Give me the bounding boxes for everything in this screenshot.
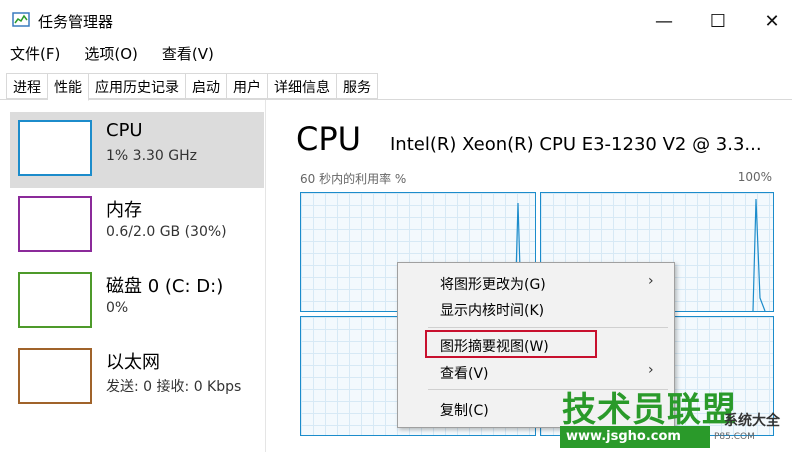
tab-processes[interactable]: 进程 <box>6 73 48 99</box>
watermark-title: 技术员联盟 <box>562 390 737 430</box>
tab-performance[interactable]: 性能 <box>48 73 89 101</box>
watermark-subtitle: 系统大全 <box>724 413 780 429</box>
disk-thumbnail-graph <box>18 272 92 328</box>
menu-file[interactable]: 文件(F) <box>0 40 72 66</box>
sidebar-item-name: 内存 <box>106 200 142 221</box>
tab-app-history[interactable]: 应用历史记录 <box>89 73 186 99</box>
minimize-button[interactable]: — <box>644 6 684 36</box>
cpu-model-name: Intel(R) Xeon(R) CPU E3-1230 V2 @ 3.3... <box>390 134 762 155</box>
menu-separator <box>428 327 668 328</box>
sidebar-item-disk[interactable]: 磁盘 0 (C: D:) 0% <box>10 264 264 340</box>
sidebar-item-memory[interactable]: 内存 0.6/2.0 GB (30%) <box>10 188 264 264</box>
maximize-button[interactable]: ☐ <box>698 6 738 36</box>
menu-item-show-kernel-times[interactable]: 显示内核时间(K) <box>398 297 674 321</box>
sidebar-item-detail: 0% <box>106 300 129 316</box>
window-title: 任务管理器 <box>38 13 114 31</box>
tab-details[interactable]: 详细信息 <box>268 73 337 99</box>
utilization-label: 60 秒内的利用率 % <box>300 172 407 186</box>
tab-users[interactable]: 用户 <box>227 73 268 99</box>
title-bar: 任务管理器 — ☐ ✕ <box>0 0 792 40</box>
menu-bar: 文件(F) 选项(O) 查看(V) <box>0 40 226 66</box>
sidebar-item-detail: 1% 3.30 GHz <box>106 148 198 164</box>
sidebar-item-detail: 发送: 0 接收: 0 Kbps <box>106 379 242 395</box>
utilization-max-label: 100% <box>737 170 772 184</box>
task-manager-icon <box>12 12 30 28</box>
ethernet-thumbnail-graph <box>18 348 92 404</box>
menu-options[interactable]: 选项(O) <box>72 40 150 66</box>
tab-startup[interactable]: 启动 <box>186 73 227 99</box>
highlight-box <box>425 330 597 358</box>
chevron-right-icon: › <box>648 362 654 378</box>
memory-thumbnail-graph <box>18 196 92 252</box>
sidebar-item-detail: 0.6/2.0 GB (30%) <box>106 224 227 240</box>
cpu-thumbnail-graph <box>18 120 92 176</box>
chevron-right-icon: › <box>648 273 654 289</box>
watermark-url: www.jsgho.com <box>560 426 710 448</box>
sidebar-item-ethernet[interactable]: 以太网 发送: 0 接收: 0 Kbps <box>10 340 264 416</box>
watermark-url-secondary: P85.COM <box>714 432 755 442</box>
menu-view[interactable]: 查看(V) <box>150 40 226 66</box>
menu-item-change-graph[interactable]: 将图形更改为(G) › <box>398 271 674 295</box>
sidebar-item-name: 以太网 <box>106 352 160 373</box>
tab-bar: 进程 性能 应用历史记录 启动 用户 详细信息 服务 <box>0 70 792 101</box>
close-button[interactable]: ✕ <box>752 6 792 36</box>
performance-sidebar: CPU 1% 3.30 GHz 内存 0.6/2.0 GB (30%) 磁盘 0… <box>0 100 265 452</box>
tab-services[interactable]: 服务 <box>337 73 378 99</box>
sidebar-item-name: 磁盘 0 (C: D:) <box>106 276 224 297</box>
cpu-title: CPU <box>296 120 362 158</box>
sidebar-item-cpu[interactable]: CPU 1% 3.30 GHz <box>10 112 264 188</box>
watermark: 技术员联盟 系统大全 www.jsgho.com P85.COM <box>560 382 792 452</box>
sidebar-item-name: CPU <box>106 120 143 141</box>
menu-item-view[interactable]: 查看(V) › <box>398 360 674 384</box>
